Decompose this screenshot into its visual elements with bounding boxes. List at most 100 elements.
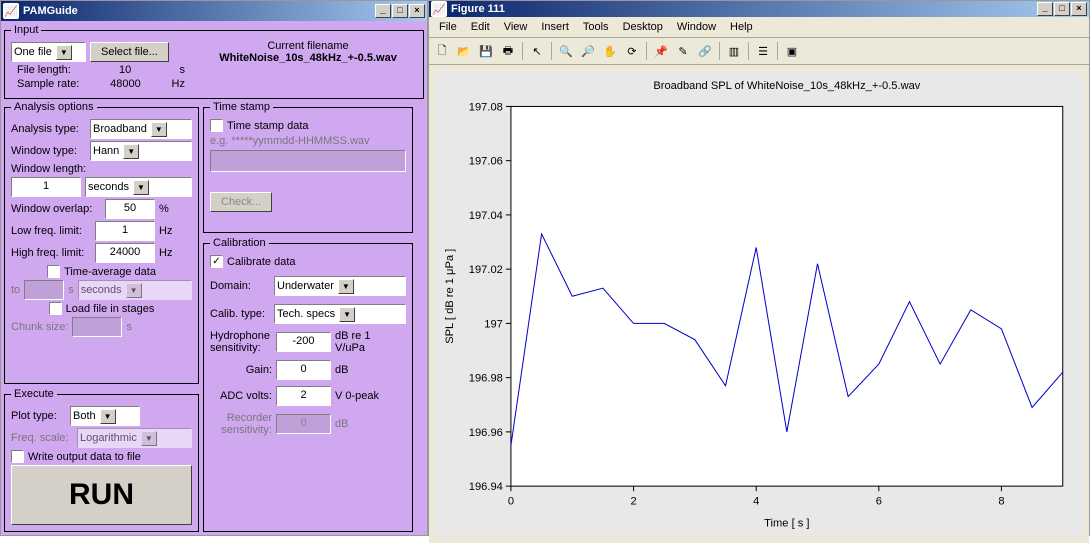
chart-ylabel: SPL [ dB re 1 μPa ]: [444, 249, 456, 344]
menu-tools[interactable]: Tools: [577, 19, 615, 35]
current-filename-label: Current filename: [199, 40, 417, 52]
analysis-type-select[interactable]: Broadband: [90, 119, 192, 139]
close-button[interactable]: ×: [1071, 2, 1087, 16]
maximize-button[interactable]: □: [1054, 2, 1070, 16]
chunk-size-label: Chunk size:: [11, 321, 68, 333]
input-legend: Input: [11, 24, 41, 36]
save-icon[interactable]: 💾: [475, 40, 497, 62]
open-icon[interactable]: 📂: [453, 40, 475, 62]
plot-type-select[interactable]: Both: [70, 406, 140, 426]
write-output-checkbox[interactable]: [11, 450, 24, 463]
input-fieldset: Input One file Select file... File lengt…: [4, 24, 424, 99]
low-freq-unit: Hz: [159, 225, 172, 237]
file-length-value: 10: [119, 64, 131, 76]
menu-help[interactable]: Help: [724, 19, 759, 35]
sample-rate-unit: Hz: [172, 78, 185, 90]
freq-scale-select: Logarithmic: [77, 428, 192, 448]
svg-text:196.96: 196.96: [469, 427, 503, 439]
print-icon[interactable]: 🖶: [497, 40, 519, 62]
figure-window: 📈 Figure 111 _ □ × FileEditViewInsertToo…: [428, 0, 1090, 536]
execute-fieldset: Execute Plot type: Both Freq. scale: Logar…: [4, 388, 199, 532]
menu-insert[interactable]: Insert: [535, 19, 575, 35]
hydro-input[interactable]: -200: [276, 332, 331, 352]
domain-select[interactable]: Underwater: [274, 276, 406, 296]
low-freq-label: Low freq. limit:: [11, 225, 91, 237]
window-type-label: Window type:: [11, 145, 86, 157]
window-overlap-unit: %: [159, 203, 169, 215]
window-type-select[interactable]: Hann: [90, 141, 192, 161]
time-avg-checkbox[interactable]: [47, 265, 60, 278]
maximize-button[interactable]: □: [392, 4, 408, 18]
svg-text:0: 0: [508, 495, 514, 507]
rotate-icon[interactable]: ⟳: [621, 40, 643, 62]
svg-text:197.02: 197.02: [469, 264, 503, 276]
svg-text:8: 8: [998, 495, 1004, 507]
execute-legend: Execute: [11, 388, 57, 400]
timestamp-placeholder: e.g. *****yymmdd-HHMMSS.wav: [210, 135, 406, 147]
window-length-input[interactable]: 1: [11, 177, 81, 197]
calibrate-label: Calibrate data: [227, 256, 296, 268]
to-input: [24, 280, 64, 300]
load-stages-checkbox[interactable]: [49, 302, 62, 315]
close-button[interactable]: ×: [409, 4, 425, 18]
chart-svg[interactable]: 02468196.94196.96196.98197197.02197.0419…: [435, 71, 1083, 537]
svg-text:6: 6: [876, 495, 882, 507]
gain-input[interactable]: 0: [276, 360, 331, 380]
adc-unit: V 0-peak: [335, 390, 379, 402]
plot-type-label: Plot type:: [11, 410, 66, 422]
menu-window[interactable]: Window: [671, 19, 722, 35]
pan-icon[interactable]: ✋: [599, 40, 621, 62]
timestamp-checkbox[interactable]: [210, 119, 223, 132]
legend-icon[interactable]: ☰: [752, 40, 774, 62]
menu-desktop[interactable]: Desktop: [617, 19, 669, 35]
chart-title: Broadband SPL of WhiteNoise_10s_48kHz_+-…: [653, 80, 920, 92]
figure-titlebar[interactable]: 📈 Figure 111 _ □ ×: [429, 1, 1089, 17]
load-stages-label: Load file in stages: [66, 303, 155, 315]
hydro-unit: dB re 1 V/uPa: [335, 330, 385, 354]
hydro-label: Hydrophone sensitivity:: [210, 330, 272, 354]
svg-text:196.98: 196.98: [469, 373, 503, 385]
window-length-unit-select[interactable]: seconds: [85, 177, 192, 197]
high-freq-input[interactable]: 24000: [95, 243, 155, 263]
analysis-legend: Analysis options: [11, 101, 97, 113]
svg-text:2: 2: [630, 495, 636, 507]
window-overlap-input[interactable]: 50: [105, 199, 155, 219]
colorbar-icon[interactable]: ▥: [723, 40, 745, 62]
menu-view[interactable]: View: [498, 19, 534, 35]
analysis-fieldset: Analysis options Analysis type:Broadband…: [4, 101, 199, 384]
check-button: Check...: [210, 192, 272, 212]
low-freq-input[interactable]: 1: [95, 221, 155, 241]
menu-file[interactable]: File: [433, 19, 463, 35]
svg-text:4: 4: [753, 495, 759, 507]
pam-titlebar[interactable]: 📈 PAMGuide _ □ ×: [1, 1, 427, 21]
calib-type-select[interactable]: Tech. specs: [274, 304, 406, 324]
svg-text:197: 197: [484, 318, 503, 330]
timestamp-input: [210, 150, 406, 172]
zoom-out-icon[interactable]: 🔎: [577, 40, 599, 62]
zoom-in-icon[interactable]: 🔍: [555, 40, 577, 62]
arrow-icon[interactable]: ↖: [526, 40, 548, 62]
current-filename: WhiteNoise_10s_48kHz_+-0.5.wav: [199, 52, 417, 64]
source-select[interactable]: One file: [11, 42, 86, 62]
select-file-button[interactable]: Select file...: [90, 42, 169, 62]
calibrate-checkbox[interactable]: ✓: [210, 255, 223, 268]
run-button[interactable]: RUN: [11, 465, 192, 525]
matlab-icon: 📈: [431, 1, 447, 17]
adc-input[interactable]: 2: [276, 386, 331, 406]
svg-text:196.94: 196.94: [469, 481, 503, 493]
minimize-button[interactable]: _: [1037, 2, 1053, 16]
minimize-button[interactable]: _: [375, 4, 391, 18]
calib-type-label: Calib. type:: [210, 308, 270, 320]
adc-label: ADC volts:: [210, 390, 272, 402]
datacursor-icon[interactable]: 📌: [650, 40, 672, 62]
pamguide-window: 📈 PAMGuide _ □ × Input One file Select f…: [0, 0, 428, 536]
time-avg-label: Time-average data: [64, 266, 156, 278]
brush-icon[interactable]: ✎: [672, 40, 694, 62]
link-icon[interactable]: 🔗: [694, 40, 716, 62]
menu-edit[interactable]: Edit: [465, 19, 496, 35]
dock-icon[interactable]: ▣: [781, 40, 803, 62]
timestamp-legend: Time stamp: [210, 101, 273, 113]
freq-scale-label: Freq. scale:: [11, 432, 73, 444]
svg-text:197.04: 197.04: [469, 210, 503, 222]
new-icon[interactable]: 🗋: [431, 40, 453, 62]
